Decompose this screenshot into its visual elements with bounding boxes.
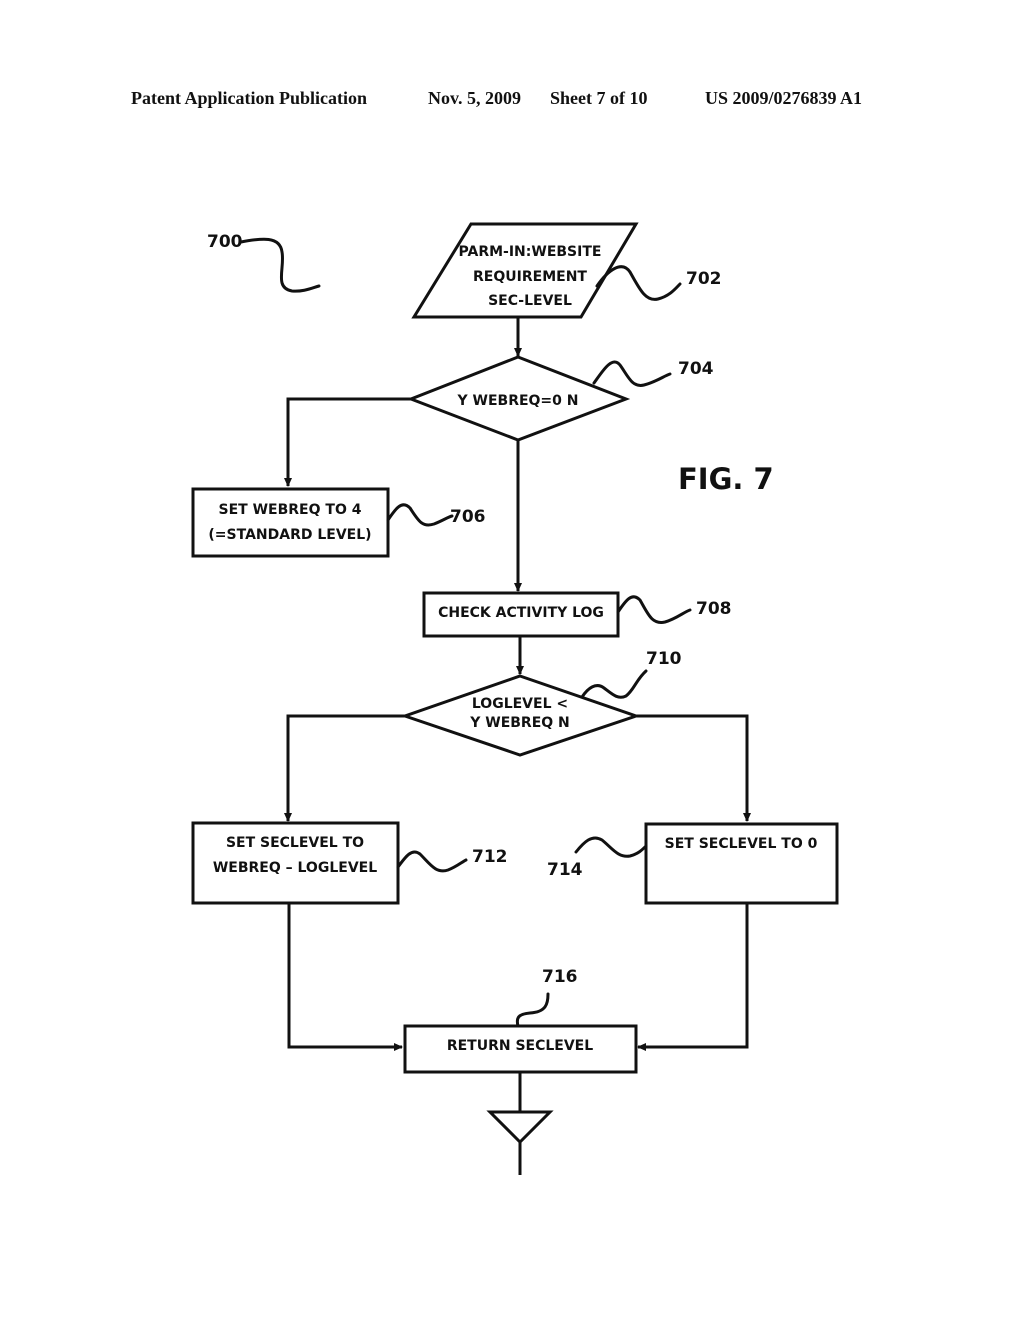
node-716-process: RETURN SECLEVEL (403, 1024, 638, 1074)
node-710-line-1: LOGLEVEL < (472, 696, 568, 712)
ref-712-label: 712 (472, 847, 508, 867)
node-714-process: SET SECLEVEL TO 0 (644, 822, 839, 905)
node-702-line-1: PARM-IN:WEBSITE (459, 244, 602, 260)
ref-712-leader (396, 850, 468, 873)
edge-712-716 (287, 903, 403, 1051)
node-706-line-2: (=STANDARD LEVEL) (208, 527, 371, 543)
ref-716-label: 716 (542, 967, 578, 987)
node-704-text: Y WEBREQ=0 N (457, 393, 579, 409)
process-box-706 (191, 487, 390, 558)
ref-704-leader (592, 360, 672, 387)
ref-714-label: 714 (547, 860, 583, 880)
ref-710-label: 710 (646, 649, 682, 669)
edge-710-714-no (636, 714, 751, 822)
edge-704-706-yes (284, 397, 411, 487)
node-702-input: PARM-IN:WEBSITE REQUIREMENT SEC-LEVEL (411, 222, 639, 319)
node-706-process: SET WEBREQ TO 4 (=STANDARD LEVEL) (191, 487, 390, 558)
ref-710-leader (580, 669, 648, 699)
end-connector-triangle (486, 1110, 554, 1145)
figure-ref-leader (239, 237, 321, 293)
ref-714-leader (574, 836, 648, 858)
node-712-line-1: SET SECLEVEL TO (226, 835, 364, 851)
node-708-text: CHECK ACTIVITY LOG (438, 605, 604, 621)
flowchart-diagram: 700 FIG. 7 PARM-IN:WEBSITE REQUIREMENT S… (191, 222, 839, 1175)
node-708-process: CHECK ACTIVITY LOG (422, 591, 620, 638)
edge-710-712-yes (284, 714, 405, 822)
node-702-line-3: SEC-LEVEL (488, 293, 572, 309)
edge-714-716 (637, 903, 749, 1051)
ref-708-leader (616, 595, 692, 624)
ref-706-leader (386, 503, 454, 527)
figure-ref-label: 700 (207, 232, 243, 252)
ref-702-label: 702 (686, 269, 722, 289)
node-716-text: RETURN SECLEVEL (447, 1038, 593, 1054)
node-706-line-1: SET WEBREQ TO 4 (219, 502, 362, 518)
node-712-line-2: WEBREQ – LOGLEVEL (213, 860, 377, 876)
ref-706-label: 706 (450, 507, 486, 527)
node-702-line-2: REQUIREMENT (473, 269, 587, 285)
ref-716-leader (515, 992, 550, 1028)
node-712-process: SET SECLEVEL TO WEBREQ – LOGLEVEL (191, 821, 400, 905)
ref-702-leader (595, 265, 682, 301)
node-704-decision: Y WEBREQ=0 N (406, 355, 631, 442)
ref-704-label: 704 (678, 359, 714, 379)
node-714-text: SET SECLEVEL TO 0 (665, 836, 818, 852)
ref-708-label: 708 (696, 599, 732, 619)
node-710-line-2: Y WEBREQ N (469, 715, 570, 731)
figure-label: FIG. 7 (678, 462, 774, 496)
